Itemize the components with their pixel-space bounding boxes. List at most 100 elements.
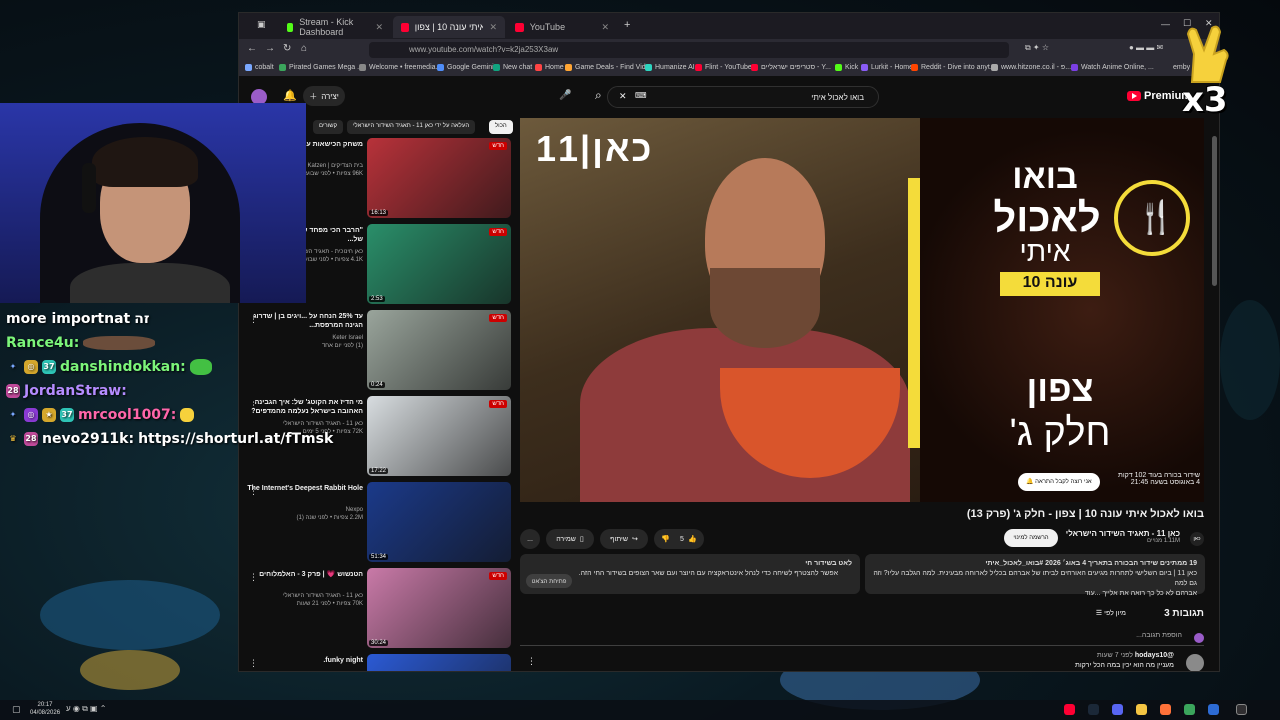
- description-box[interactable]: 19 ממתינים שידור הבכורה בתאריך 4 באוג׳ 2…: [865, 554, 1205, 597]
- tab-bar: Stream - Kick Dashboard ✕ בואו לאכול אית…: [239, 13, 1219, 39]
- channel-info[interactable]: כאן 11 - תאגיד השידור הישראלי 1.11M מנוי…: [1066, 529, 1180, 544]
- home-icon[interactable]: ⌂: [301, 43, 307, 54]
- gift-badge-icon: 37: [42, 360, 56, 374]
- firefox-icon[interactable]: [1160, 704, 1171, 715]
- video-thumbnail[interactable]: חדש 17:22: [367, 396, 511, 476]
- headphones: [82, 163, 96, 213]
- microphone-icon[interactable]: 🎤: [559, 90, 571, 101]
- sub-badge-icon: 28: [24, 432, 38, 446]
- folder-icon[interactable]: [1136, 704, 1147, 715]
- tab-kick-dashboard[interactable]: Stream - Kick Dashboard ✕: [279, 16, 391, 38]
- bookmark-item[interactable]: cobalt: [245, 64, 274, 71]
- reload-icon[interactable]: ↻: [283, 43, 291, 54]
- youtube-icon[interactable]: [1064, 704, 1075, 715]
- app-icon[interactable]: [1184, 704, 1195, 715]
- close-tab-icon[interactable]: ✕: [601, 22, 609, 33]
- more-button[interactable]: ...: [520, 529, 540, 549]
- search-input[interactable]: בואו לאכול איתי: [607, 86, 879, 108]
- chat-text: https://shorturl.at/fTmsk: [138, 431, 334, 447]
- profile-icon[interactable]: ● ▬ ▬ ✉: [1129, 43, 1163, 52]
- channel-avatar[interactable]: כאן: [1190, 532, 1204, 546]
- suggested-video-item[interactable]: 51:34 ⋮ The Internet's Deepest Rabbit Hole…: [239, 482, 515, 564]
- app-icon[interactable]: [1208, 704, 1219, 715]
- obs-icon[interactable]: [1236, 704, 1247, 715]
- bookmark-label: Lurkit - Home: [871, 64, 914, 71]
- comment-menu-icon[interactable]: ⋮: [527, 656, 536, 667]
- share-button[interactable]: שיתוף ↪: [600, 529, 648, 549]
- create-button[interactable]: ＋ יצירה: [303, 86, 345, 106]
- video-thumbnail[interactable]: חדש 16:13: [367, 138, 511, 218]
- bookmark-icon: [437, 64, 444, 71]
- bookmark-item[interactable]: Reddit - Dive into anyt...: [911, 64, 996, 71]
- forward-icon[interactable]: →: [265, 43, 275, 54]
- keyboard-icon[interactable]: ⌨: [635, 91, 647, 100]
- add-comment-input[interactable]: הוספת תגובה...: [520, 632, 1204, 646]
- bookmark-item[interactable]: Flint - YouTube: [695, 64, 752, 71]
- bookmark-item[interactable]: סטריפים ישראליים - Y...: [751, 64, 831, 71]
- discord-icon[interactable]: [1112, 704, 1123, 715]
- comment-author[interactable]: @hodays10: [1135, 652, 1174, 659]
- tab-youtube[interactable]: YouTube ✕: [507, 16, 617, 38]
- notification-icon[interactable]: ▢: [12, 704, 21, 715]
- bookmark-item[interactable]: Humanize AI: [645, 64, 695, 71]
- tab-current-video[interactable]: בואו לאכול איתי עונה 10 | צפון ✕: [393, 16, 505, 38]
- tray-icons[interactable]: ע ◉ ⧉ ▣ ⌃: [66, 704, 107, 714]
- video-thumbnail[interactable]: [367, 654, 511, 671]
- tab-list-icon[interactable]: ▣: [257, 19, 266, 30]
- url-bar[interactable]: www.youtube.com/watch?v=k2ja253X3aw: [369, 42, 1009, 58]
- notify-button[interactable]: 🔔 אני רוצה לקבל התראה: [1018, 473, 1100, 491]
- bookmark-item[interactable]: Google Gemini: [437, 64, 494, 71]
- search-icon[interactable]: ⌕: [595, 88, 602, 103]
- youtube-icon: [515, 22, 524, 32]
- bookmarks-bar: cobalt Pirated Games Mega ... Welcome • …: [239, 61, 1219, 76]
- bookmark-item[interactable]: Home: [535, 64, 564, 71]
- video-thumbnail[interactable]: חדש 0:24: [367, 310, 511, 390]
- share-label: שיתוף: [610, 535, 628, 543]
- back-icon[interactable]: ←: [247, 43, 257, 54]
- like-icon[interactable]: 👍: [688, 535, 697, 543]
- sort-button[interactable]: ☰ מיון לפי: [1096, 609, 1126, 617]
- video-thumbnail[interactable]: 51:34: [367, 482, 511, 562]
- video-thumbnail[interactable]: חדש 2:53: [367, 224, 511, 304]
- dislike-icon[interactable]: 👎: [661, 535, 670, 543]
- suggested-video-item[interactable]: חדש 30:24 ⋮ הטנשוש 💗 | פרק 3 - האלמלוחים כאן…: [239, 568, 515, 650]
- chat-username: danshindokkan:: [60, 359, 186, 375]
- video-thumbnail[interactable]: חדש 30:24: [367, 568, 511, 648]
- close-tab-icon[interactable]: ✕: [489, 22, 497, 33]
- new-badge: חדש: [489, 400, 507, 408]
- suggested-video-item[interactable]: חדש 0:24 ⋮ עד 25% הנחה על ...ויגים בן | שדר…: [239, 310, 515, 392]
- minimize-icon[interactable]: —: [1161, 19, 1170, 29]
- suggested-video-item[interactable]: ⋮funky night.Sole space 34 צפיות • לפני …: [239, 654, 515, 671]
- page-scrollbar[interactable]: [1212, 136, 1217, 286]
- bookmark-item[interactable]: Kick: [835, 64, 858, 71]
- video-player[interactable]: כאן|11 בואו לאכול איתי עונה 10 צפון חלק …: [520, 118, 1204, 502]
- open-chat-button[interactable]: פתיחת הצ'אט: [526, 574, 572, 588]
- system-clock[interactable]: 20:17 04/08/2026: [30, 701, 60, 717]
- save-button[interactable]: שמירה ▯: [546, 529, 594, 549]
- extensions-icon[interactable]: ⧉ ✦ ☆: [1025, 43, 1049, 53]
- promo-line-2: לאכול: [993, 196, 1101, 240]
- chat-message: 28 JordanStraw:: [6, 380, 127, 402]
- like-dislike-button[interactable]: 👎 5 👍: [654, 529, 704, 549]
- bookmark-item[interactable]: Pirated Games Mega ...: [279, 64, 363, 71]
- bell-icon[interactable]: 🔔: [283, 89, 297, 102]
- bookmark-item[interactable]: Game Deals - Find Vid...: [565, 64, 652, 71]
- chat-username: nevo2911k:: [42, 431, 135, 447]
- plus-icon: ＋: [309, 91, 318, 101]
- chip-related[interactable]: קשורים: [313, 120, 344, 134]
- bookmark-item[interactable]: www.hitzone.co.il - פ...: [991, 64, 1071, 71]
- bookmark-item[interactable]: Welcome • freemedia...: [359, 64, 441, 71]
- chip-all[interactable]: הכול: [489, 120, 513, 134]
- bookmark-item[interactable]: Lurkit - Home: [861, 64, 913, 71]
- bookmark-item[interactable]: New chat: [493, 64, 532, 71]
- channel-avatar-label: כאן: [1193, 536, 1201, 542]
- clear-search-icon[interactable]: ✕: [619, 91, 627, 102]
- steam-icon[interactable]: [1088, 704, 1099, 715]
- chip-channel[interactable]: העלאה על ידי כאן 11 - תאגיד השידור הישרא…: [347, 120, 476, 134]
- subscribe-button[interactable]: הרשמה למינוי: [1004, 529, 1058, 547]
- bookmark-item[interactable]: Watch Anime Online, ...: [1071, 64, 1154, 71]
- close-tab-icon[interactable]: ✕: [375, 22, 383, 33]
- add-comment-placeholder: הוספת תגובה...: [1136, 632, 1182, 639]
- new-tab-icon[interactable]: +: [624, 19, 630, 31]
- bookmark-label: Watch Anime Online, ...: [1081, 64, 1154, 71]
